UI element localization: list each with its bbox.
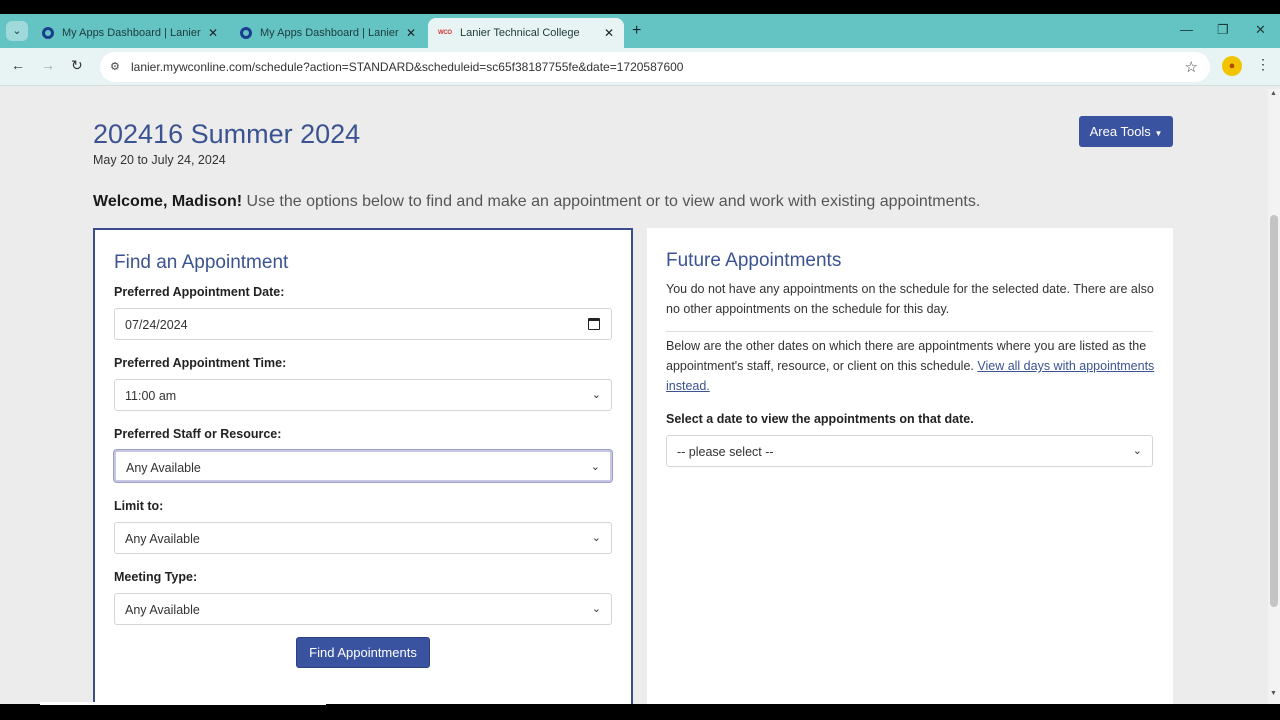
site-info-icon[interactable]: ⚙ [110,60,120,73]
calendar-icon[interactable] [588,318,600,330]
area-tools-button[interactable]: Area Tools ▼ [1079,116,1173,147]
meeting-type-value: Any Available [125,603,200,617]
welcome-name: Welcome, Madison! [93,193,243,210]
meeting-type-label: Meeting Type: [114,570,198,584]
tab-title: My Apps Dashboard | Lanier Te [260,27,400,39]
window-close-icon[interactable]: ✕ [1255,22,1266,38]
date-value: 07/24/2024 [125,318,188,332]
bookmark-star-icon[interactable]: ☆ [1185,58,1198,76]
future-appointments-panel: Future Appointments You do not have any … [647,228,1173,704]
find-panel-title: Find an Appointment [114,252,289,273]
staff-label: Preferred Staff or Resource: [114,427,282,441]
okta-icon [240,27,252,39]
area-tools-label: Area Tools [1089,124,1151,139]
tab-title: My Apps Dashboard | Lanier Te [62,27,202,39]
date-input[interactable]: 07/24/2024 [114,308,612,340]
date-label: Preferred Appointment Date: [114,285,285,299]
scroll-up-icon[interactable]: ▲ [1270,90,1277,97]
tab-lanier-technical-college[interactable]: WCO Lanier Technical College ✕ [428,18,624,48]
video-progress-line [40,702,326,705]
limit-select[interactable]: Any Available ⌄ [114,522,612,554]
chevron-down-icon: ⌄ [590,461,600,473]
limit-label: Limit to: [114,499,164,513]
time-select[interactable]: 11:00 am ⌄ [114,379,612,411]
browser-toolbar: ← → ↻ ⚙ lanier.mywconline.com/schedule?a… [0,48,1280,86]
page-content: 202416 Summer 2024 May 20 to July 24, 20… [0,89,1268,704]
scroll-thumb[interactable] [1270,215,1278,607]
close-icon[interactable]: ✕ [604,26,614,40]
time-value: 11:00 am [125,389,177,403]
chevron-down-icon: ⌄ [591,603,601,615]
wco-icon: WCO [438,30,452,36]
chevron-down-icon: ⌄ [591,389,601,401]
staff-value: Any Available [126,461,201,475]
chevron-down-icon: ⌄ [1132,445,1142,457]
select-date-label: Select a date to view the appointments o… [666,412,974,426]
page-title: 202416 Summer 2024 [93,119,361,149]
tab-strip: ⌄ My Apps Dashboard | Lanier Te ✕ My App… [0,14,1280,48]
back-icon[interactable]: ← [11,57,25,73]
tab-title: Lanier Technical College [460,27,580,39]
scroll-down-icon[interactable]: ▼ [1270,690,1277,697]
welcome-message: Welcome, Madison! Use the options below … [93,193,980,211]
tab-my-apps-1[interactable]: My Apps Dashboard | Lanier Te ✕ [32,18,228,48]
page-scrollbar[interactable]: ▲ ▼ [1268,89,1280,704]
future-date-select[interactable]: -- please select -- ⌄ [666,435,1153,467]
tab-my-apps-2[interactable]: My Apps Dashboard | Lanier Te ✕ [230,18,426,48]
reload-icon[interactable]: ↻ [71,57,83,74]
close-icon[interactable]: ✕ [208,26,218,40]
tab-search-icon[interactable]: ⌄ [6,21,28,41]
close-icon[interactable]: ✕ [406,26,416,40]
other-dates-text: Below are the other dates on which there… [666,336,1156,396]
no-appointments-text: You do not have any appointments on the … [666,282,1154,316]
find-appointments-button[interactable]: Find Appointments [296,637,430,668]
caret-down-icon: ▼ [1154,129,1163,138]
welcome-text: Use the options below to find and make a… [242,193,981,210]
future-date-value: -- please select -- [677,445,774,459]
menu-kebab-icon[interactable]: ⋮ [1256,56,1270,73]
new-tab-icon[interactable]: + [632,22,641,40]
forward-icon[interactable]: → [41,57,55,73]
restore-icon[interactable]: ❐ [1217,22,1229,38]
address-bar[interactable]: ⚙ lanier.mywconline.com/schedule?action=… [100,52,1210,82]
meeting-type-select[interactable]: Any Available ⌄ [114,593,612,625]
staff-select[interactable]: Any Available ⌄ [114,450,612,482]
screen-bottom-bar [0,704,1280,720]
minimize-icon[interactable]: — [1180,22,1193,37]
future-panel-title: Future Appointments [666,250,842,271]
browser-window: ⌄ My Apps Dashboard | Lanier Te ✕ My App… [0,14,1280,704]
find-appointment-panel: Find an Appointment Preferred Appointmen… [93,228,633,704]
divider [666,331,1153,332]
schedule-date-range: May 20 to July 24, 2024 [93,153,226,167]
time-label: Preferred Appointment Time: [114,356,287,370]
okta-icon [42,27,54,39]
url-text: lanier.mywconline.com/schedule?action=ST… [131,60,684,74]
limit-value: Any Available [125,532,200,546]
chevron-down-icon: ⌄ [591,532,601,544]
extension-icon[interactable]: ● [1222,56,1242,76]
